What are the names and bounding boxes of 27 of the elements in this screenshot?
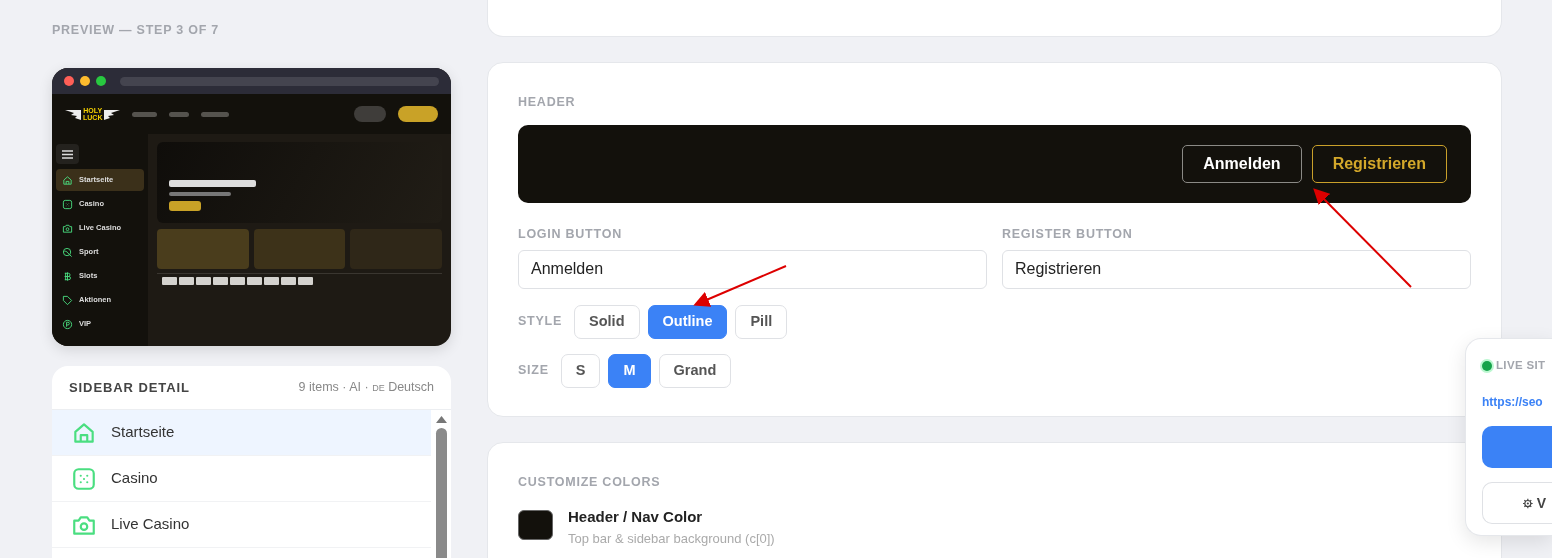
register-button[interactable]: Registrieren	[1311, 144, 1447, 183]
panel-title: LIVE SIT	[1496, 358, 1546, 373]
option-label: SIZE	[518, 362, 549, 380]
sidebar-item[interactable]: Casino	[52, 456, 431, 502]
site-link[interactable]: https://seo	[1482, 395, 1543, 410]
option-label: STYLE	[518, 313, 563, 331]
section-label: HEADER	[518, 94, 577, 111]
login-text-field[interactable]: Anmelden	[518, 249, 987, 289]
register-text-field[interactable]: Registrieren	[1002, 249, 1471, 289]
card-meta: 9 items · AI · DE Deutsch	[298, 379, 434, 397]
section-label: CUSTOMIZE COLORS	[518, 473, 662, 491]
option-button[interactable]: S	[560, 353, 601, 388]
login-button[interactable]: Anmelden	[1182, 144, 1302, 183]
color-name: Header / Nav Color	[568, 507, 704, 528]
settings-button[interactable]: V	[1482, 482, 1552, 525]
field-label: LOGIN BUTTON	[518, 225, 623, 243]
sidebar-item[interactable]: Live Casino	[52, 502, 431, 548]
option-button[interactable]: Grand	[658, 353, 732, 388]
field-label: REGISTER BUTTON	[1002, 225, 1134, 243]
color-description: Top bar & sidebar background (c[0])	[568, 529, 775, 548]
section-label: PREVIEW — STEP 3 OF 7	[52, 23, 219, 37]
option-button[interactable]: Solid	[574, 304, 640, 339]
option-button[interactable]: Pill	[735, 304, 788, 339]
option-button[interactable]: M	[608, 353, 651, 388]
sidebar-item[interactable]: Startseite	[52, 410, 431, 456]
option-button[interactable]: Outline	[647, 304, 728, 339]
card-title: SIDEBAR DETAIL	[69, 378, 190, 397]
